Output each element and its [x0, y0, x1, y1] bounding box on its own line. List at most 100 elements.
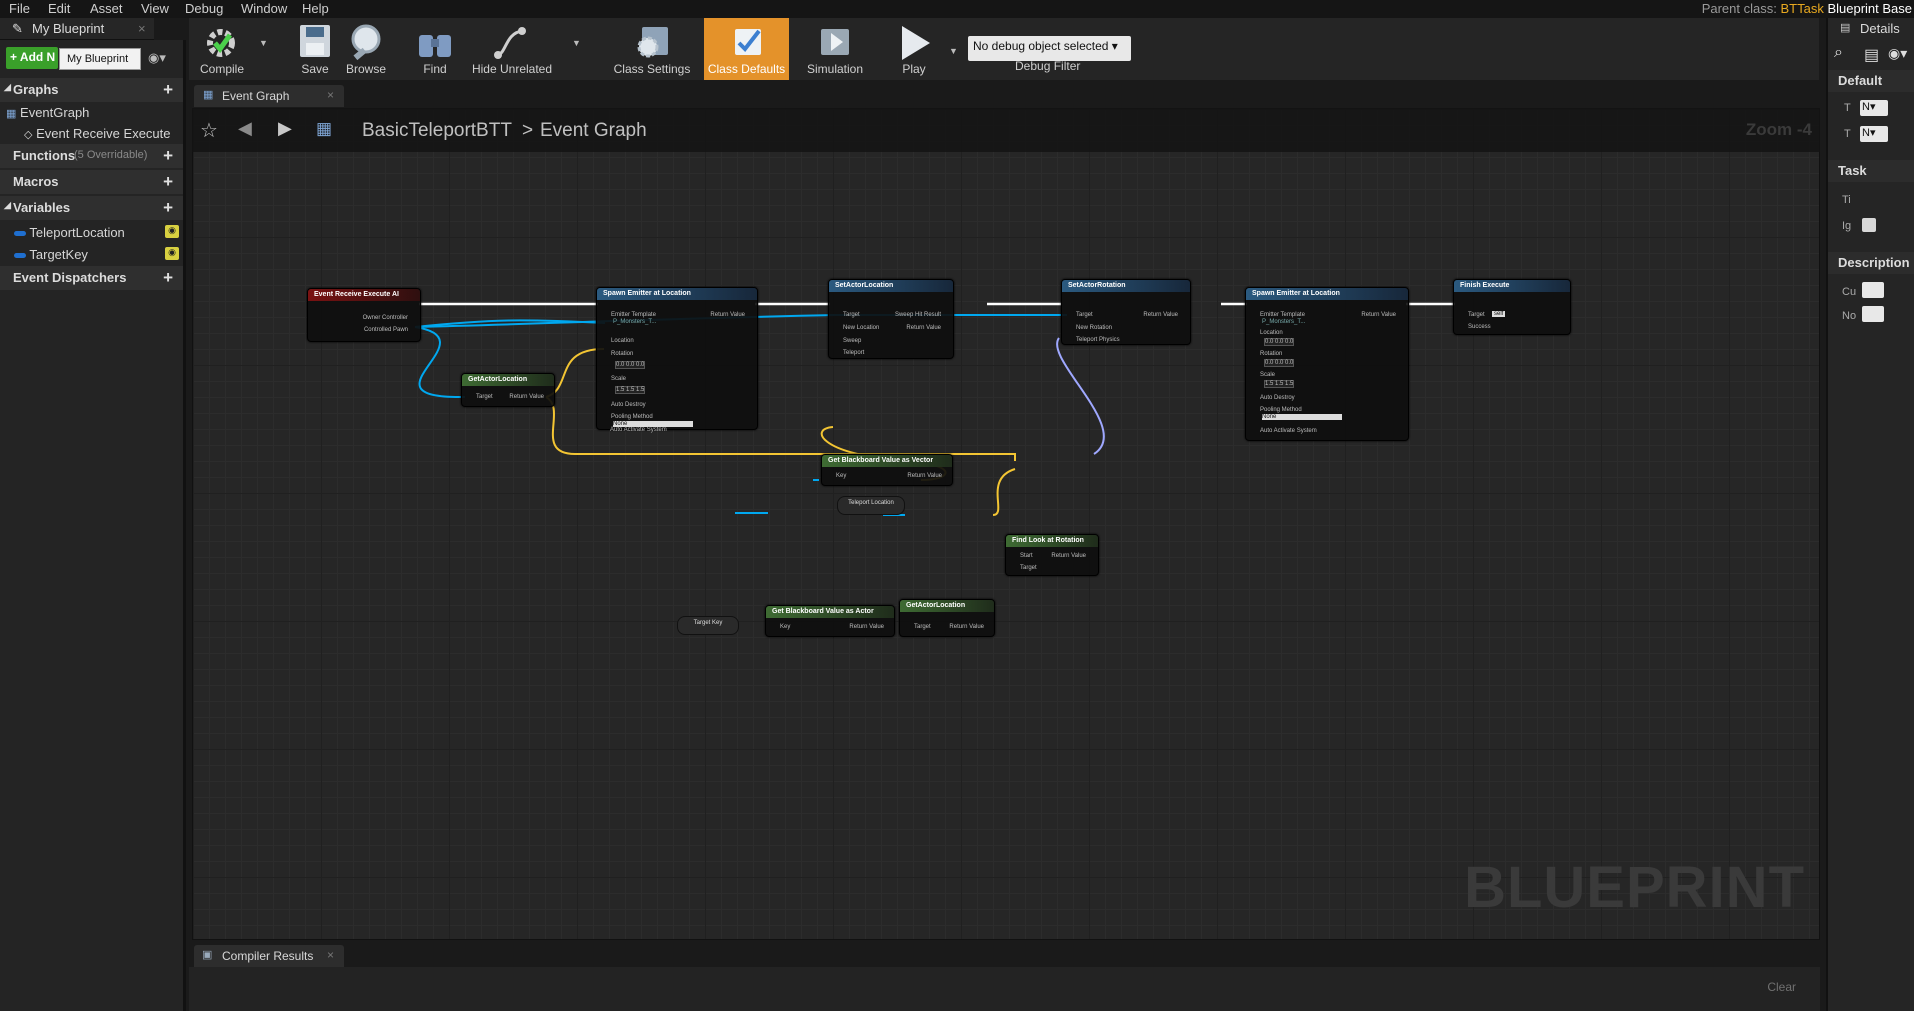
variables-section[interactable]: ◢ Variables + [0, 196, 183, 220]
pin-return-value[interactable]: Return Value [949, 624, 984, 630]
breadcrumb-leaf[interactable]: Event Graph [540, 120, 647, 142]
pin-pooling-method[interactable]: Pooling Method [611, 414, 653, 420]
compile-button[interactable]: Compile [194, 18, 250, 80]
play-options-icon[interactable]: ▼ [949, 46, 958, 56]
close-icon[interactable]: × [327, 88, 334, 102]
pin-rotation-value[interactable]: 0.0 0.0 0.0 [615, 361, 646, 369]
node-finish-execute[interactable]: Finish Execute Target self Success [1453, 279, 1571, 335]
pin-return-value[interactable]: Return Value [1361, 312, 1396, 318]
pin-sweep-hit-result[interactable]: Sweep Hit Result [895, 312, 941, 318]
pin-return-value[interactable]: Return Value [1051, 553, 1086, 559]
pin-return-value[interactable]: Return Value [849, 624, 884, 630]
menu-view[interactable]: View [141, 1, 169, 16]
details-select[interactable]: N▾ [1860, 100, 1888, 116]
compile-options-icon[interactable]: ▼ [259, 38, 268, 48]
pin-owner-controller[interactable]: Owner Controller [363, 315, 408, 321]
functions-section[interactable]: Functions (5 Overridable) + [0, 144, 183, 168]
node-set-actor-rotation[interactable]: SetActorRotation Target Return Value New… [1061, 279, 1191, 345]
description-section[interactable]: Description [1828, 252, 1914, 274]
pin-target[interactable]: Target [476, 394, 493, 400]
pin-teleport[interactable]: Teleport [843, 350, 864, 356]
pin-success[interactable]: Success [1468, 324, 1491, 330]
grid-view-icon[interactable]: ▤ [1864, 45, 1879, 65]
pin-emitter-value[interactable]: P_Monsters_T... [613, 319, 656, 325]
pin-rotation-value[interactable]: 0.0 0.0 0.0 [1264, 359, 1295, 367]
node-get-blackboard-actor[interactable]: Get Blackboard Value as Actor Key Return… [765, 605, 895, 637]
pin-start[interactable]: Start [1020, 553, 1033, 559]
pin-emitter-template[interactable]: Emitter Template [611, 312, 656, 318]
pin-location[interactable]: Location [1260, 330, 1283, 336]
var-target-key[interactable]: Target Key [677, 616, 739, 635]
close-icon[interactable]: × [138, 21, 146, 36]
task-section[interactable]: Task [1828, 160, 1914, 182]
pin-return-value[interactable]: Return Value [907, 473, 942, 479]
add-function-icon[interactable]: + [163, 146, 173, 166]
pin-auto-destroy[interactable]: Auto Destroy [611, 402, 646, 408]
hide-options-icon[interactable]: ▼ [572, 38, 581, 48]
pin-location-value[interactable]: 0.0 0.0 0.0 [1264, 338, 1295, 346]
pin-key[interactable]: Key [836, 473, 846, 479]
tree-item-event-receive-execute[interactable]: ◇ Event Receive Execute [24, 126, 171, 141]
my-blueprint-tab[interactable]: ✎ My Blueprint × [0, 18, 154, 40]
details-checkbox[interactable] [1862, 218, 1876, 232]
pin-emitter-value[interactable]: P_Monsters_T... [1262, 319, 1305, 325]
graph-canvas[interactable]: Event Receive Execute AI Owner Controlle… [192, 108, 1820, 940]
pin-target[interactable]: Target [1020, 565, 1037, 571]
close-icon[interactable]: × [327, 948, 334, 962]
pin-scale-value[interactable]: 1.5 1.5 1.5 [1264, 380, 1295, 388]
pin-target[interactable]: Target [1076, 312, 1093, 318]
details-color-box[interactable] [1862, 306, 1884, 322]
pin-return-value[interactable]: Return Value [1143, 312, 1178, 318]
debug-object-select[interactable]: No debug object selected ▾ [968, 36, 1131, 61]
pin-new-location[interactable]: New Location [843, 325, 879, 331]
tree-item-eventgraph[interactable]: ▦ EventGraph [6, 105, 89, 120]
menu-file[interactable]: File [9, 1, 30, 16]
pin-pooling-method[interactable]: Pooling Method [1260, 407, 1302, 413]
pin-teleport-physics[interactable]: Teleport Physics [1076, 337, 1120, 343]
menu-help[interactable]: Help [302, 1, 329, 16]
eye-icon[interactable]: ◉▾ [148, 50, 166, 66]
save-button[interactable]: Save [293, 18, 337, 80]
star-icon[interactable]: ☆ [200, 118, 218, 143]
event-dispatchers-section[interactable]: Event Dispatchers + [0, 266, 183, 290]
clear-button[interactable]: Clear [1767, 980, 1796, 994]
details-tab[interactable]: ▤ Details [1828, 18, 1914, 40]
menu-window[interactable]: Window [241, 1, 287, 16]
eye-icon[interactable]: ◉▾ [1888, 45, 1907, 62]
pin-controlled-pawn[interactable]: Controlled Pawn [364, 327, 408, 333]
add-dispatcher-icon[interactable]: + [163, 268, 173, 288]
find-button[interactable]: Find [413, 18, 457, 80]
menu-edit[interactable]: Edit [48, 1, 70, 16]
pooling-select[interactable]: None [1262, 414, 1342, 420]
class-settings-button[interactable]: Class Settings [610, 18, 694, 80]
target-self-value[interactable]: self [1492, 311, 1506, 317]
add-variable-icon[interactable]: + [163, 198, 173, 218]
add-macro-icon[interactable]: + [163, 172, 173, 192]
node-find-look-at-rotation[interactable]: Find Look at Rotation Start Return Value… [1005, 534, 1099, 576]
node-get-actor-location-1[interactable]: GetActorLocation Target Return Value [461, 373, 555, 407]
node-spawn-emitter-2[interactable]: Spawn Emitter at Location Emitter Templa… [1245, 287, 1409, 441]
pin-scale-value[interactable]: 1.5 1.5 1.5 [615, 386, 646, 394]
details-color-box[interactable] [1862, 282, 1884, 298]
pin-target[interactable]: Target [843, 312, 860, 318]
pin-new-rotation[interactable]: New Rotation [1076, 325, 1112, 331]
pin-target[interactable]: Target [1468, 312, 1485, 318]
hide-unrelated-button[interactable]: Hide Unrelated [469, 18, 555, 80]
pin-return-value[interactable]: Return Value [509, 394, 544, 400]
var-teleport-location[interactable]: Teleport Location [837, 496, 905, 515]
node-get-blackboard-vector[interactable]: Get Blackboard Value as Vector Key Retur… [821, 454, 953, 486]
pin-auto-activate[interactable]: Auto Activate System [1260, 428, 1317, 434]
pin-rotation[interactable]: Rotation [1260, 351, 1282, 357]
pin-scale[interactable]: Scale [611, 376, 626, 382]
event-graph-tab[interactable]: ▦ Event Graph × [194, 85, 344, 107]
node-spawn-emitter-1[interactable]: Spawn Emitter at Location Emitter Templa… [596, 287, 758, 430]
pin-auto-activate[interactable]: Auto Activate System [610, 427, 667, 433]
parent-class-link[interactable]: BTTask [1780, 1, 1823, 16]
graphs-section[interactable]: ◢ Graphs + [0, 78, 183, 102]
node-get-actor-location-2[interactable]: GetActorLocation Target Return Value [899, 599, 995, 637]
macros-section[interactable]: Macros + [0, 170, 183, 194]
search-icon[interactable]: ⌕ [1834, 44, 1843, 62]
back-arrow-icon[interactable]: ◀ [238, 118, 252, 139]
variable-target-key[interactable]: TargetKey ◉ [14, 247, 179, 262]
menu-debug[interactable]: Debug [185, 1, 223, 16]
